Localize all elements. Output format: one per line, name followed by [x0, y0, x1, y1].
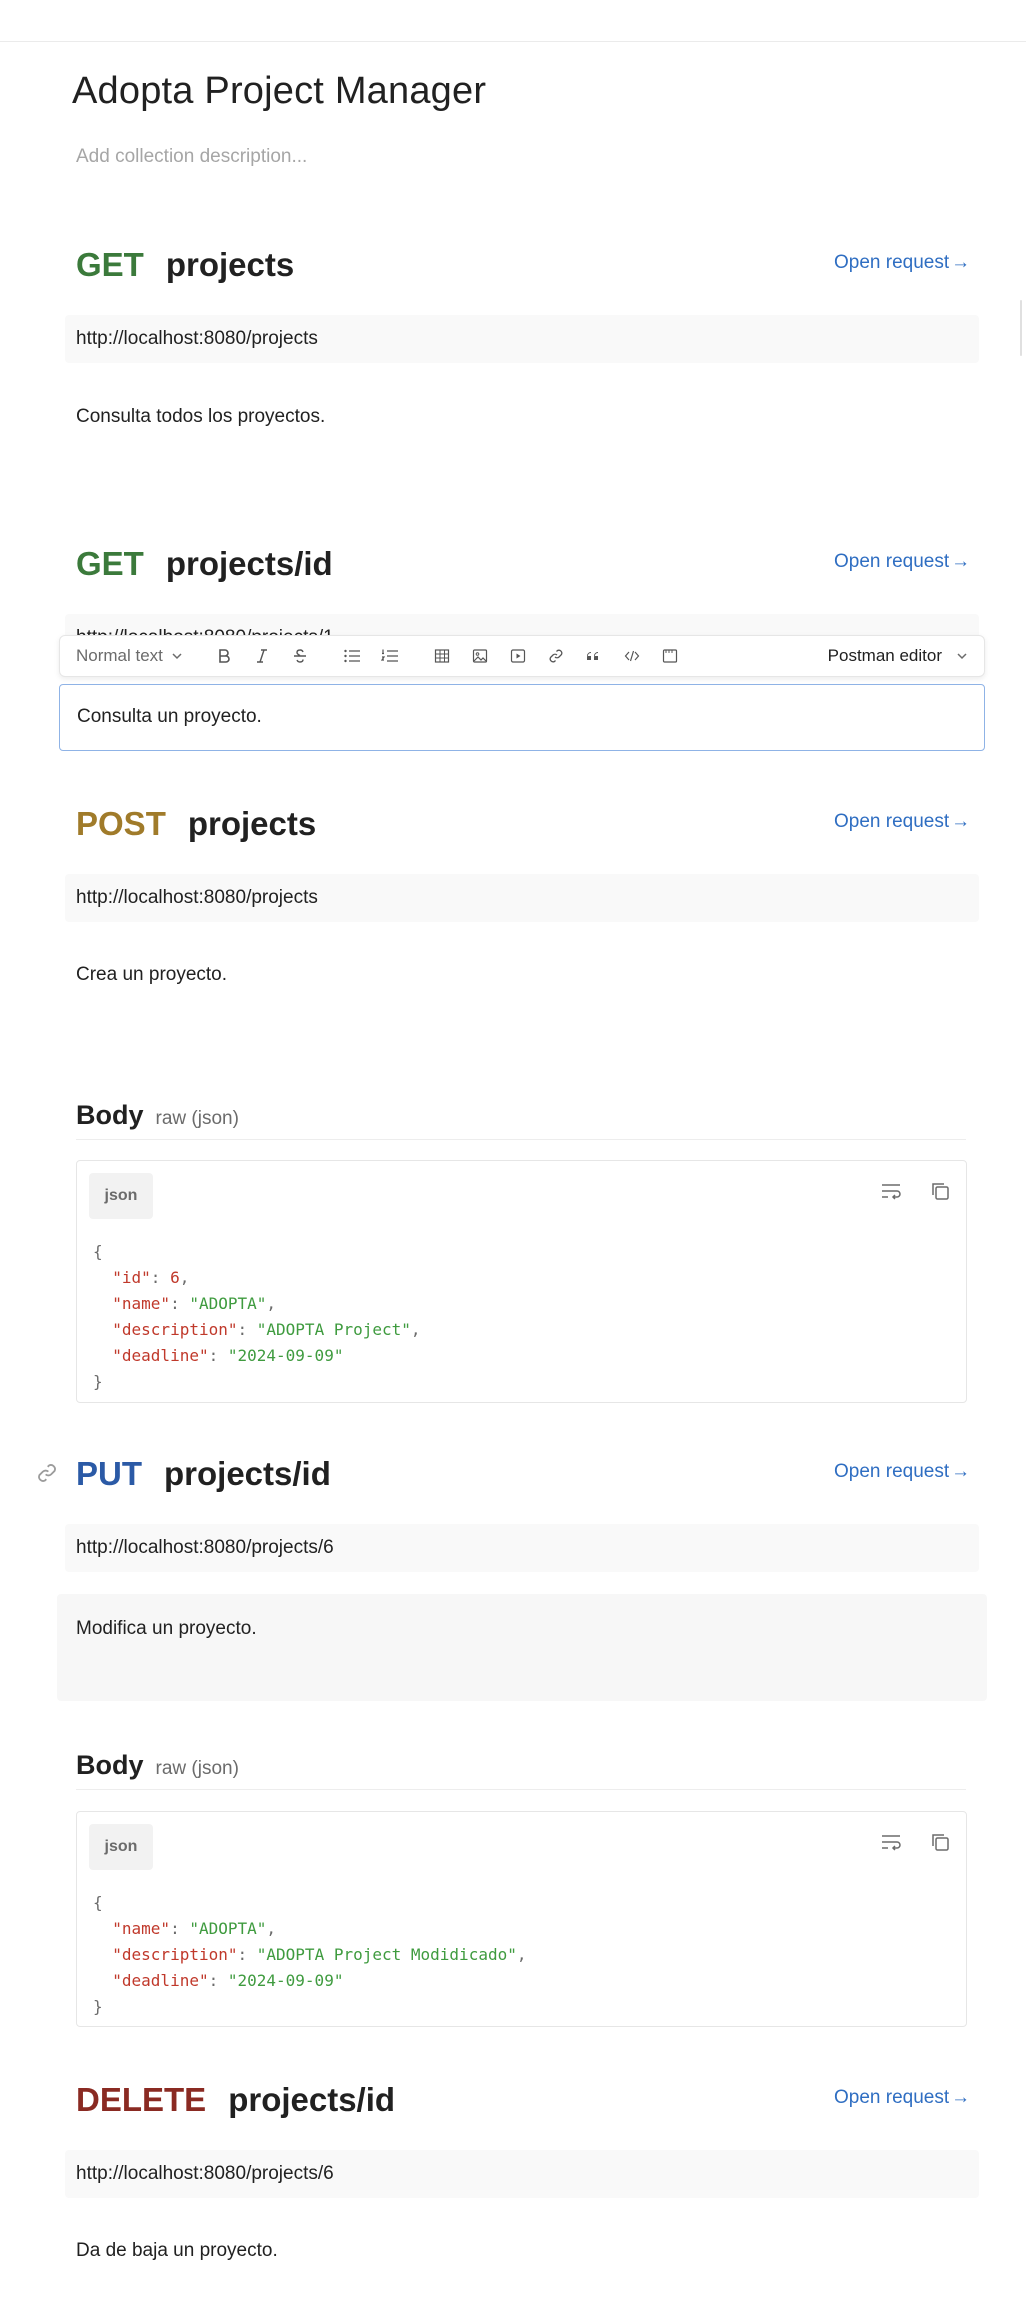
- json-value: "ADOPTA Project Modidicado": [256, 1945, 517, 1964]
- arrow-right-icon: →: [951, 1461, 971, 1482]
- open-request-link[interactable]: Open request →: [834, 811, 970, 833]
- request-url: http://localhost:8080/projects/6: [65, 2150, 979, 2198]
- request-name: projects/id: [164, 1455, 331, 1492]
- json-key: "id": [112, 1268, 151, 1287]
- request-description[interactable]: Consulta todos los proyectos.: [76, 406, 325, 428]
- request-name: projects/id: [165, 545, 333, 582]
- bold-icon[interactable]: [205, 641, 243, 671]
- image-icon[interactable]: [461, 641, 499, 671]
- chevron-down-icon: [172, 653, 182, 660]
- arrow-right-icon: →: [951, 811, 971, 832]
- request-description-editor[interactable]: Consulta un proyecto.: [59, 684, 985, 751]
- collection-description-input[interactable]: Add collection description...: [76, 146, 307, 168]
- code-icon[interactable]: [613, 641, 651, 671]
- request-name: projects/id: [228, 2081, 396, 2118]
- json-value: "ADOPTA": [189, 1294, 267, 1313]
- open-request-label[interactable]: Open request: [834, 1461, 949, 1483]
- editor-label: Postman editor: [827, 646, 942, 665]
- json-code: { "id": 6, "name": "ADOPTA", "descriptio…: [93, 1242, 421, 1391]
- arrow-right-icon: →: [951, 2087, 971, 2108]
- method-label: PUT: [76, 1455, 142, 1492]
- scrollbar[interactable]: [1020, 300, 1022, 356]
- open-request-label[interactable]: Open request: [834, 2087, 949, 2109]
- text-style-label: Normal text: [76, 646, 163, 665]
- json-value: "2024-09-09": [227, 1346, 344, 1365]
- request-description[interactable]: Da de baja un proyecto.: [76, 2240, 278, 2262]
- strikethrough-icon[interactable]: [281, 641, 319, 671]
- quote-icon[interactable]: [575, 641, 613, 671]
- method-label: GET: [76, 545, 144, 582]
- code-block: json { "name": "ADOPTA", "description": …: [76, 1811, 967, 2027]
- collection-title[interactable]: Adopta Project Manager: [72, 70, 486, 113]
- json-value: "ADOPTA Project": [256, 1320, 411, 1339]
- wrap-text-icon[interactable]: [880, 1832, 902, 1852]
- open-request-link[interactable]: Open request →: [834, 551, 970, 573]
- json-key: "name": [112, 1294, 171, 1313]
- request-header: GET projects: [76, 240, 294, 290]
- request-url: http://localhost:8080/projects/6: [65, 1524, 979, 1572]
- code-language-badge: json: [89, 1173, 153, 1219]
- open-request-label[interactable]: Open request: [834, 811, 949, 833]
- italic-icon[interactable]: [243, 641, 281, 671]
- code-brace: }: [93, 1372, 103, 1391]
- video-icon[interactable]: [499, 641, 537, 671]
- request-url: http://localhost:8080/projects: [65, 874, 979, 922]
- numbered-list-icon[interactable]: [371, 641, 409, 671]
- body-type: raw (json): [155, 1758, 239, 1779]
- open-request-label[interactable]: Open request: [834, 252, 949, 274]
- method-label: GET: [76, 246, 144, 283]
- arrow-right-icon: →: [951, 551, 971, 572]
- body-type: raw (json): [155, 1108, 239, 1129]
- request-header: PUT projects/id: [76, 1449, 331, 1499]
- code-language-badge: json: [89, 1824, 153, 1870]
- chevron-down-icon: [957, 653, 967, 660]
- json-key: "name": [112, 1919, 171, 1938]
- copy-icon[interactable]: [930, 1832, 950, 1852]
- request-url: http://localhost:8080/projects: [65, 315, 979, 363]
- link-icon[interactable]: [537, 641, 575, 671]
- json-key: "description": [112, 1945, 238, 1964]
- body-title: Body: [76, 1100, 144, 1130]
- request-header: GET projects/id: [76, 539, 333, 589]
- request-description[interactable]: Modifica un proyecto.: [57, 1594, 987, 1701]
- json-code: { "name": "ADOPTA", "description": "ADOP…: [93, 1893, 527, 2016]
- open-request-link[interactable]: Open request →: [834, 252, 970, 274]
- json-value: "2024-09-09": [227, 1971, 344, 1990]
- code-brace: }: [93, 1997, 103, 2016]
- body-header: Body raw (json): [76, 1100, 966, 1140]
- request-header: DELETE projects/id: [76, 2075, 395, 2125]
- json-key: "deadline": [112, 1971, 209, 1990]
- method-label: POST: [76, 805, 166, 842]
- table-icon[interactable]: [423, 641, 461, 671]
- code-brace: {: [93, 1242, 103, 1261]
- wrap-text-icon[interactable]: [880, 1181, 902, 1201]
- text-style-dropdown[interactable]: Normal text: [76, 646, 183, 666]
- link-icon[interactable]: [36, 1462, 58, 1484]
- json-key: "deadline": [112, 1346, 209, 1365]
- code-block: json { "id": 6, "name": "ADOPTA", "descr…: [76, 1160, 967, 1403]
- json-value: "ADOPTA": [189, 1919, 267, 1938]
- top-bar: [0, 0, 1026, 42]
- code-block-icon[interactable]: [651, 641, 689, 671]
- body-header: Body raw (json): [76, 1750, 966, 1790]
- request-description[interactable]: Crea un proyecto.: [76, 964, 227, 986]
- method-label: DELETE: [76, 2081, 207, 2118]
- request-name: projects: [165, 246, 295, 283]
- open-request-label[interactable]: Open request: [834, 551, 949, 573]
- json-value: 6: [170, 1268, 180, 1287]
- body-title: Body: [76, 1750, 144, 1780]
- code-brace: {: [93, 1893, 103, 1912]
- open-request-link[interactable]: Open request →: [834, 2087, 970, 2109]
- bullet-list-icon[interactable]: [333, 641, 371, 671]
- text-format-toolbar: Normal text Postman editor: [59, 635, 985, 677]
- arrow-right-icon: →: [951, 252, 971, 273]
- copy-icon[interactable]: [930, 1181, 950, 1201]
- request-header: POST projects: [76, 799, 316, 849]
- open-request-link[interactable]: Open request →: [834, 1461, 970, 1483]
- editor-dropdown[interactable]: Postman editor: [828, 646, 968, 666]
- request-name: projects: [187, 805, 317, 842]
- json-key: "description": [112, 1320, 238, 1339]
